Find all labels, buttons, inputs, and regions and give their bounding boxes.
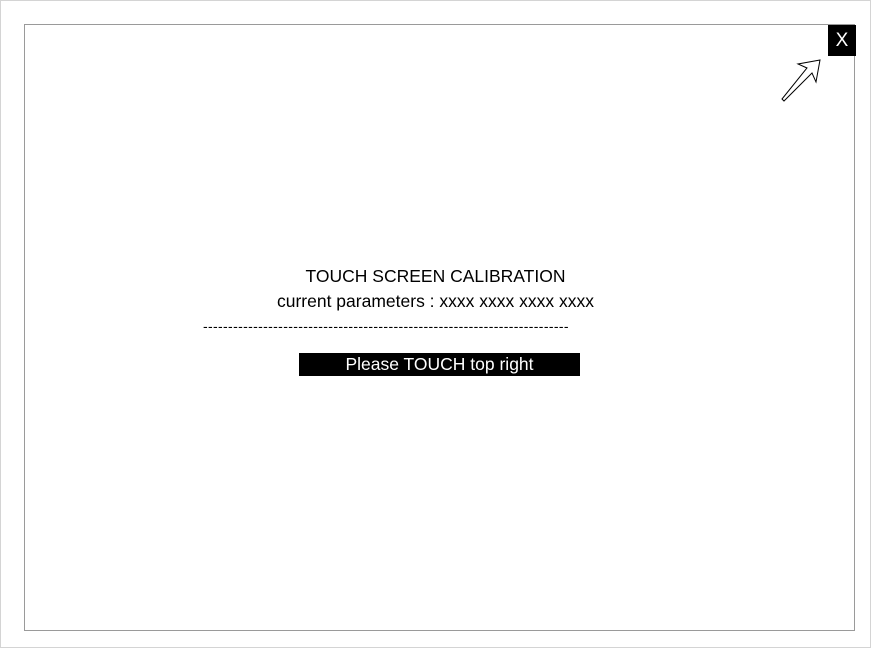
separator-line: ----------------------------------------…: [203, 318, 569, 334]
calibration-title: TOUCH SCREEN CALIBRATION: [305, 266, 566, 286]
current-parameters: current parameters : xxxx xxxx xxxx xxxx: [276, 291, 594, 311]
close-button[interactable]: X: [828, 25, 856, 56]
touch-prompt: Please TOUCH top right: [299, 353, 580, 376]
arrow-up-right-icon: [781, 59, 821, 102]
